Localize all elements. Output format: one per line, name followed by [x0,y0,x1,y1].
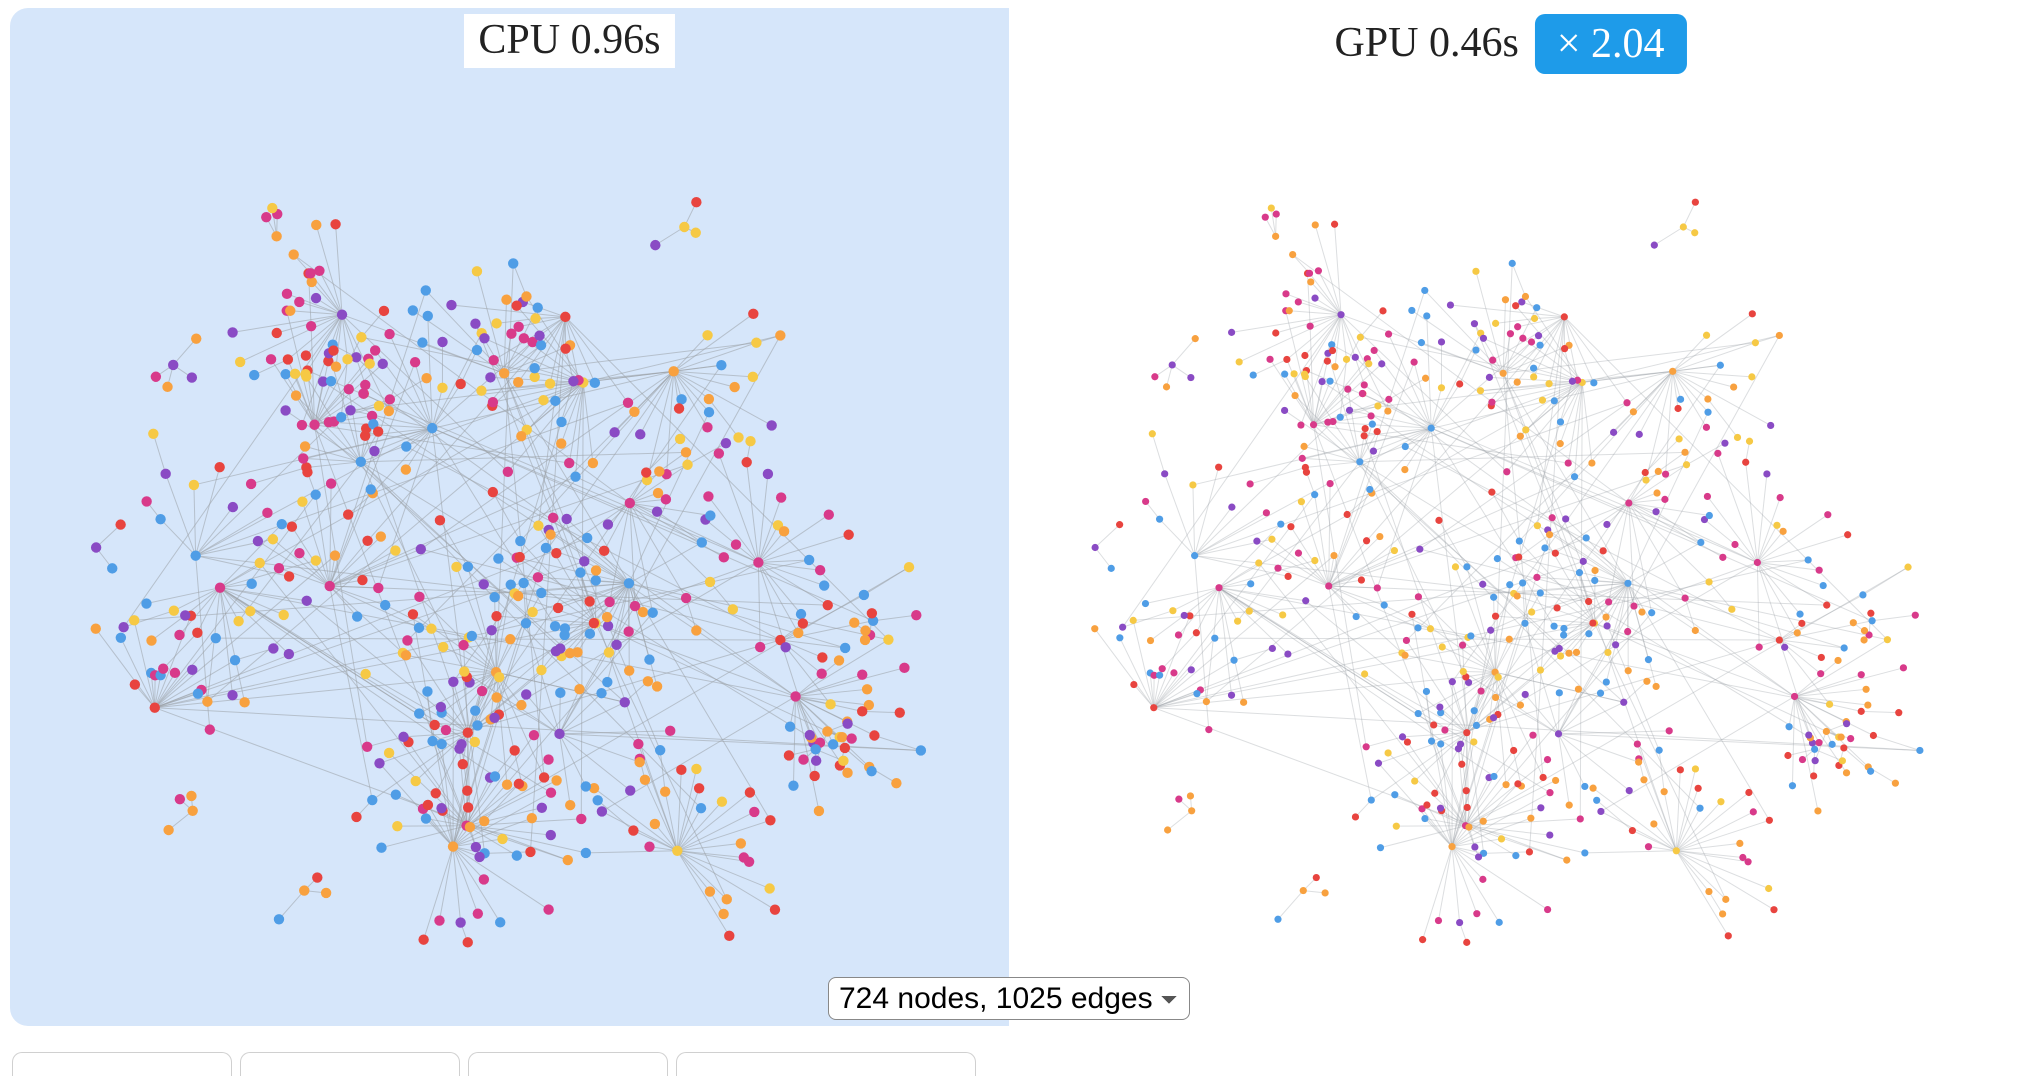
cpu-label: CPU [478,17,560,63]
cpu-title-text: CPU 0.96s [464,14,674,68]
bottom-tab[interactable] [468,1052,668,1076]
speedup-badge: × 2.04 [1535,14,1687,74]
cpu-panel[interactable]: CPU 0.96s [10,8,1009,1026]
gpu-graph[interactable] [1009,8,2008,1026]
panels: CPU 0.96s GPU 0.46s × 2.04 [10,8,2008,1026]
gpu-label: GPU [1334,20,1418,66]
cpu-title: CPU 0.96s [464,14,674,68]
bottom-tab[interactable] [240,1052,460,1076]
stage: CPU 0.96s GPU 0.46s × 2.04 724 nodes [0,0,2018,1076]
gpu-panel[interactable]: GPU 0.46s × 2.04 [1009,8,2008,1026]
gpu-title-text: GPU 0.46s [1330,17,1522,71]
gpu-time: 0.46s [1429,20,1519,66]
bottom-tab-strip [12,1052,976,1076]
bottom-tab[interactable] [676,1052,976,1076]
gpu-title: GPU 0.46s × 2.04 [1330,14,1686,74]
dataset-select[interactable]: 724 nodes, 1025 edges [828,977,1190,1020]
cpu-time: 0.96s [571,17,661,63]
cpu-graph[interactable] [10,8,1009,1026]
bottom-tab[interactable] [12,1052,232,1076]
dataset-select-wrap: 724 nodes, 1025 edges [828,977,1190,1020]
